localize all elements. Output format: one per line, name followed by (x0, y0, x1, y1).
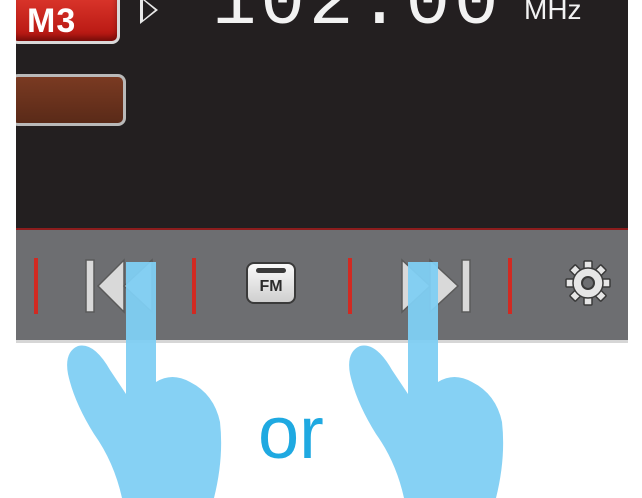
frequency-unit: MHz (524, 0, 582, 25)
play-indicator-icon (140, 0, 158, 24)
settings-button[interactable] (563, 258, 613, 308)
band-icon (256, 268, 286, 273)
band-fm-button[interactable]: FM (246, 262, 296, 304)
frequency-readout: 102.00 (212, 0, 503, 46)
preset-button-m3[interactable]: M3 (16, 0, 120, 44)
pointing-hand-left-icon (67, 262, 222, 498)
or-connector-text: or (258, 391, 324, 474)
preset-button-empty[interactable] (16, 74, 126, 126)
settings-gear-icon (565, 260, 611, 306)
radio-display: M3 102.00 MHz (16, 0, 628, 230)
bar-divider (34, 258, 38, 314)
band-label: FM (259, 278, 283, 295)
radio-instruction-scene: M3 102.00 MHz FM or (0, 0, 642, 498)
pointing-hand-right-icon (349, 262, 504, 498)
